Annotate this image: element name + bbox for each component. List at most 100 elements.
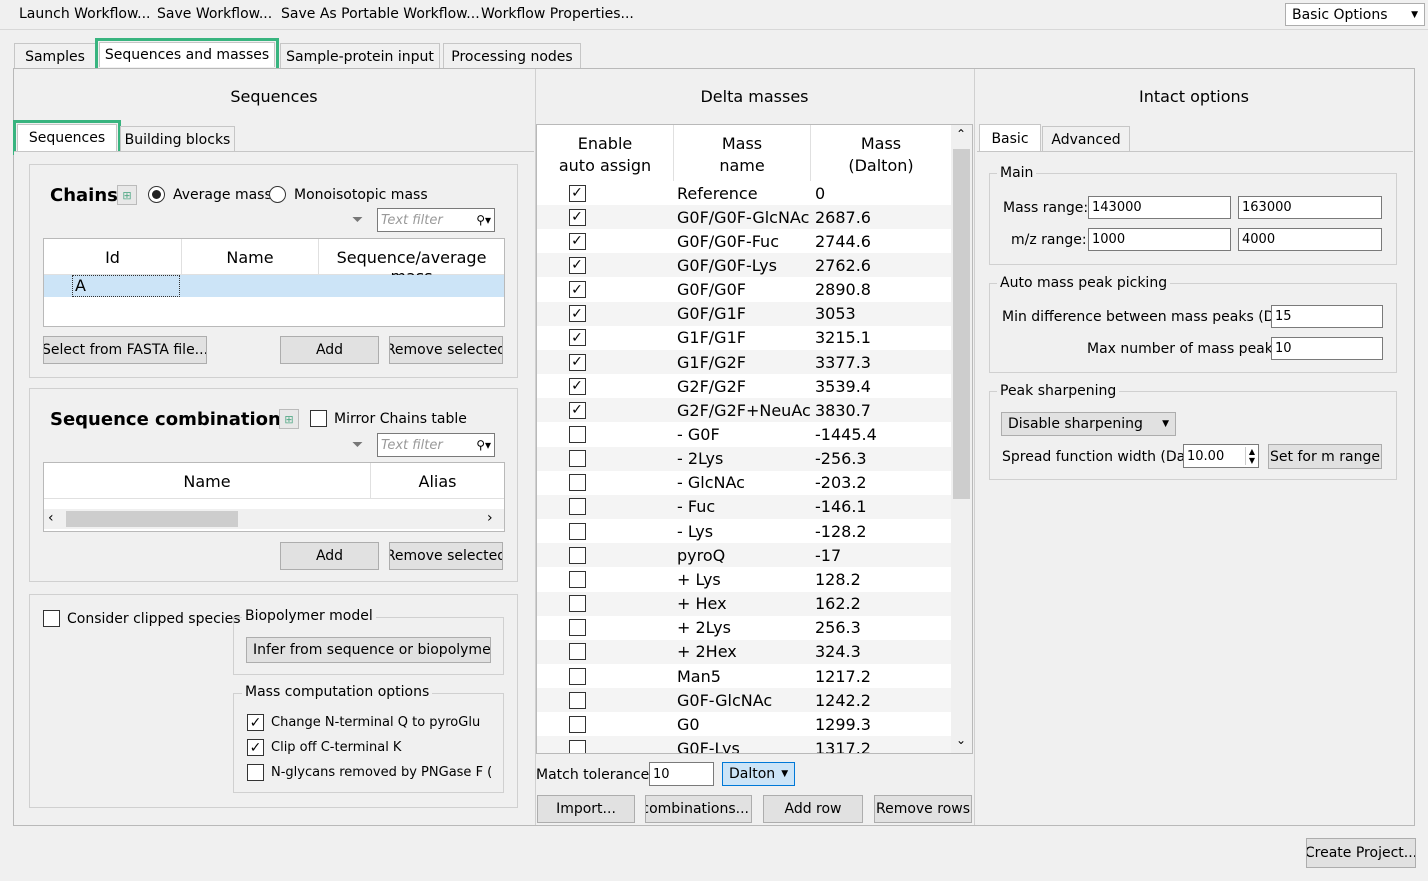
enable-auto-assign-checkbox[interactable] [568,739,586,753]
table-row[interactable]: ✓ G0F/G1F 3053 [537,301,951,326]
min-difference-input[interactable]: 15 [1271,305,1383,328]
mass-name-cell[interactable]: G0F/G0F-GlcNAc [673,208,811,227]
mass-dalton-cell[interactable]: 2890.8 [811,280,941,299]
tab-basic[interactable]: Basic [979,124,1041,152]
scrollbar-thumb[interactable] [66,511,238,527]
tab-advanced[interactable]: Advanced [1042,126,1130,152]
mass-name-cell[interactable]: - 2Lys [673,449,811,468]
mass-dalton-cell[interactable]: 3215.1 [811,328,941,347]
table-row[interactable]: ✓ G2F/G2F 3539.4 [537,374,951,398]
add-row-button[interactable]: Add row [763,795,863,823]
monoisotopic-mass-radio[interactable] [269,186,286,203]
vertical-scrollbar[interactable]: ⌃ ⌄ [951,125,972,753]
mass-dalton-cell[interactable]: 256.3 [811,618,941,637]
column-header-name[interactable]: Name [44,472,370,491]
mass-dalton-cell[interactable]: 162.2 [811,594,941,613]
mass-dalton-cell[interactable]: 0 [811,184,941,203]
enable-auto-assign-checkbox[interactable]: ✓ [568,256,586,274]
enable-auto-assign-checkbox[interactable] [568,667,586,685]
column-header-mass-dalton[interactable]: Mass (Dalton) [811,133,951,177]
workflow-properties-button[interactable]: Workflow Properties... [481,6,634,22]
mass-name-cell[interactable]: Man5 [673,667,811,686]
tolerance-unit-select[interactable]: Dalton ▼ [722,762,795,786]
add-combinations-button[interactable]: Add combinations... [645,795,752,823]
table-row[interactable]: A [44,275,504,297]
enable-auto-assign-checkbox[interactable]: ✓ [568,184,586,202]
table-row[interactable]: - G0F -1445.4 [537,423,951,447]
combinations-remove-selected-button[interactable]: Remove selected [389,542,503,570]
mass-dalton-cell[interactable]: 2687.6 [811,208,941,227]
mass-dalton-cell[interactable]: 128.2 [811,570,941,589]
enable-auto-assign-checkbox[interactable] [568,619,586,637]
column-header-mass-name[interactable]: Mass name [674,133,810,177]
enable-auto-assign-checkbox[interactable]: ✓ [568,232,586,250]
n-glycans-checkbox[interactable] [247,764,264,781]
mass-name-cell[interactable]: Reference [673,184,811,203]
table-row[interactable]: + Lys 128.2 [537,567,951,591]
mass-dalton-cell[interactable]: 2744.6 [811,232,941,251]
mass-name-cell[interactable]: - Fuc [673,497,811,516]
clipped-species-checkbox[interactable] [43,610,60,627]
mass-dalton-cell[interactable]: 1217.2 [811,667,941,686]
mass-dalton-cell[interactable]: 3830.7 [811,401,941,420]
save-portable-workflow-button[interactable]: Save As Portable Workflow... [281,6,480,22]
column-header-id[interactable]: Id [44,248,181,267]
chains-remove-selected-button[interactable]: Remove selected [389,336,503,364]
enable-auto-assign-checkbox[interactable]: ✓ [568,208,586,226]
mass-dalton-cell[interactable]: -128.2 [811,522,941,541]
mz-range-min-input[interactable]: 1000 [1088,228,1231,251]
select-fasta-button[interactable]: Select from FASTA file... [43,336,207,364]
table-row[interactable]: ✓ G0F/G0F-Fuc 2744.6 [537,229,951,253]
enable-auto-assign-checkbox[interactable]: ✓ [568,353,586,371]
table-row[interactable]: - Fuc -146.1 [537,494,951,519]
mass-dalton-cell[interactable]: -256.3 [811,449,941,468]
mass-name-cell[interactable]: G0F-Lys [673,739,811,753]
combinations-info-icon[interactable]: ⊞ [279,409,299,429]
options-mode-select[interactable]: Basic Options ▼ [1285,3,1425,26]
column-header-alias[interactable]: Alias [371,472,504,491]
mass-range-max-input[interactable]: 163000 [1238,196,1382,219]
enable-auto-assign-checkbox[interactable] [568,474,586,492]
save-workflow-button[interactable]: Save Workflow... [157,6,272,22]
mass-name-cell[interactable]: G1F/G1F [673,328,811,347]
mass-name-cell[interactable]: - GlcNAc [673,473,811,492]
table-row[interactable]: ✓ G1F/G1F 3215.1 [537,326,951,350]
create-project-button[interactable]: Create Project... [1306,838,1416,868]
enable-auto-assign-checkbox[interactable] [568,570,586,588]
mass-dalton-cell[interactable]: -146.1 [811,497,941,516]
table-row[interactable]: Man5 1217.2 [537,664,951,688]
mass-dalton-cell[interactable]: 324.3 [811,642,941,661]
table-row[interactable]: + 2Lys 256.3 [537,616,951,640]
table-row[interactable]: ✓ Reference 0 [537,181,951,205]
table-row[interactable]: pyroQ -17 [537,543,951,568]
table-row[interactable]: + Hex 162.2 [537,591,951,616]
mass-dalton-cell[interactable]: 1299.3 [811,715,941,734]
mass-name-cell[interactable]: G2F/G2F [673,377,811,396]
enable-auto-assign-checkbox[interactable] [568,450,586,468]
mass-dalton-cell[interactable]: 3053 [811,304,941,323]
chains-add-button[interactable]: Add [280,336,379,364]
mass-range-min-input[interactable]: 143000 [1088,196,1231,219]
enable-auto-assign-checkbox[interactable]: ✓ [568,329,586,347]
mass-dalton-cell[interactable]: 3377.3 [811,353,941,372]
enable-auto-assign-checkbox[interactable] [568,522,586,540]
table-row[interactable]: - 2Lys -256.3 [537,446,951,471]
mass-name-cell[interactable]: pyroQ [673,546,811,565]
mz-range-max-input[interactable]: 4000 [1238,228,1382,251]
column-header-name[interactable]: Name [182,248,318,267]
enable-auto-assign-checkbox[interactable] [568,715,586,733]
mass-name-cell[interactable]: G0F/G0F [673,280,811,299]
enable-auto-assign-checkbox[interactable] [568,546,586,564]
mass-dalton-cell[interactable]: 3539.4 [811,377,941,396]
mass-dalton-cell[interactable]: 1317.2 [811,739,941,753]
tab-sample-protein-input[interactable]: Sample-protein input [280,43,440,69]
match-tolerance-input[interactable]: 10 [649,762,714,786]
spread-width-input[interactable]: 10.00 ▲ ▼ [1183,444,1259,468]
enable-auto-assign-checkbox[interactable] [568,595,586,613]
change-n-terminal-checkbox[interactable]: ✓ [247,714,264,731]
spin-arrows-icon[interactable]: ▲ ▼ [1244,447,1258,465]
clip-c-terminal-checkbox[interactable]: ✓ [247,739,264,756]
tab-sequences-and-masses[interactable]: Sequences and masses [95,38,279,71]
tab-sequences[interactable]: Sequences [13,120,121,155]
mass-dalton-cell[interactable]: 1242.2 [811,691,941,710]
